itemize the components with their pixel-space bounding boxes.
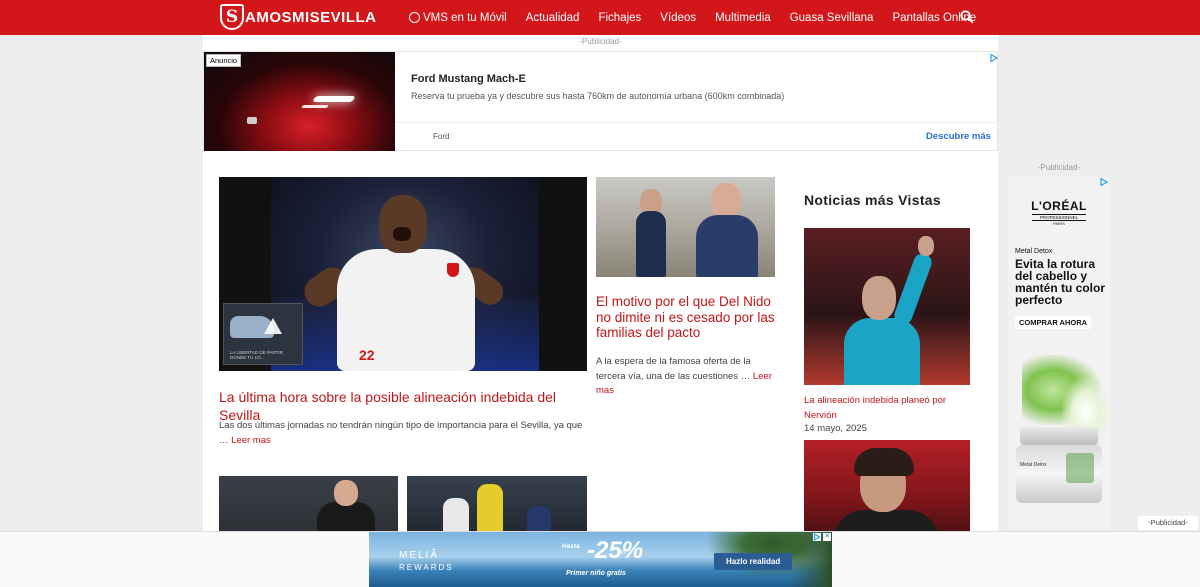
referee-arm xyxy=(891,251,935,327)
mustang-logo-icon xyxy=(247,117,257,124)
headlight-shape xyxy=(301,105,329,108)
ad-cta-button[interactable]: Hazlo realidad xyxy=(714,553,793,570)
article-image-lead[interactable]: 22 LA LIBERTAD DE PARTIR DONDE TU LO... xyxy=(219,177,587,371)
site-logo[interactable]: S AMOSMISEVILLA xyxy=(220,3,377,31)
excerpt-text: Las dos últimas jornadas no tendrán ning… xyxy=(219,420,583,446)
jersey-number: 22 xyxy=(359,347,375,363)
player-head xyxy=(379,195,427,253)
sidebar-image-2[interactable] xyxy=(804,440,970,545)
whatsapp-icon xyxy=(409,12,420,23)
ad-cta-button[interactable]: Descubre más xyxy=(926,131,991,142)
adchoices-icon[interactable] xyxy=(813,533,821,541)
top-navbar: S AMOSMISEVILLA VMS en tu Móvil Actualid… xyxy=(0,0,1200,35)
article-excerpt-lead: Las dos últimas jornadas no tendrán ning… xyxy=(219,419,589,448)
adchoices-icon[interactable] xyxy=(990,54,998,62)
nav-label: VMS en tu Móvil xyxy=(423,11,507,24)
adchoices-icon[interactable] xyxy=(1100,178,1108,186)
brand-logo-sub: REWARDS xyxy=(399,563,454,572)
promo-discount: -25% xyxy=(587,537,644,564)
article-excerpt-2: A la espera de la famosa oferta de la te… xyxy=(596,355,781,399)
main-nav: VMS en tu Móvil Actualidad Fichajes Víde… xyxy=(409,0,995,35)
article-title-2[interactable]: El motivo por el que Del Nido no dimite … xyxy=(596,294,786,341)
referee-head xyxy=(862,276,896,320)
person-body xyxy=(696,215,758,277)
headlight-shape xyxy=(312,96,356,102)
nav-item-actualidad[interactable]: Actualidad xyxy=(526,12,580,24)
search-icon[interactable] xyxy=(960,10,974,24)
ad-car-image[interactable]: Anuncio xyxy=(204,52,395,151)
product-label: Metal Detox xyxy=(1020,462,1047,468)
ad-title[interactable]: Ford Mustang Mach-E xyxy=(411,73,526,85)
bottom-banner-ad[interactable]: MELIÃ REWARDS Hasta -25% dto. Primer niñ… xyxy=(369,532,832,587)
logo-shield-icon: S xyxy=(220,4,244,30)
divider xyxy=(395,122,998,123)
advertising-label: -Publicidad- xyxy=(1138,516,1198,530)
nav-item-multimedia[interactable]: Multimedia xyxy=(715,12,771,24)
sidebar-image-1[interactable] xyxy=(804,228,970,385)
brand-logo: MELIÃ xyxy=(399,550,440,561)
player-head xyxy=(334,480,358,506)
nav-item-vms-movil[interactable]: VMS en tu Móvil xyxy=(409,12,507,24)
side-skyscraper-ad[interactable]: L'ORÉAL PROFESSIONNEL PARIS Metal Detox … xyxy=(1008,177,1110,530)
promo-text: Primer niño gratis xyxy=(566,570,626,577)
brand-logo-sub: PROFESSIONNEL xyxy=(1039,215,1079,220)
jar-lid xyxy=(1020,427,1098,445)
person-head xyxy=(711,183,741,219)
ad-headline: Evita la rotura del cabello y mantén tu … xyxy=(1015,257,1106,307)
close-icon[interactable]: ✕ xyxy=(823,533,831,541)
video-ad-thumbnail[interactable]: LA LIBERTAD DE PARTIR DONDE TU LO... xyxy=(223,303,303,365)
sidebar-article-title[interactable]: La alineación indebida planeó por Nervió… xyxy=(804,393,972,423)
ad-kicker: Metal Detox xyxy=(1015,248,1053,255)
shop-now-button[interactable]: COMPRAR AHORA xyxy=(1015,316,1092,329)
top-banner-ad[interactable]: Anuncio Ford Mustang Mach-E Reserva tu p… xyxy=(203,51,998,151)
club-crest-icon xyxy=(447,263,459,277)
brand-logo: L'ORÉAL xyxy=(1031,199,1087,213)
person-hair xyxy=(854,448,914,476)
ad-advertiser[interactable]: Ford xyxy=(433,132,449,141)
ad-badge: Anuncio xyxy=(206,54,242,67)
advertising-label: -Publicidad- xyxy=(579,37,622,46)
video-overlay-text: LA LIBERTAD DE PARTIR DONDE TU LO... xyxy=(230,350,283,360)
person-body xyxy=(636,211,666,277)
nav-item-fichajes[interactable]: Fichajes xyxy=(598,12,641,24)
play-arrow-icon xyxy=(264,318,282,334)
jar-stripe xyxy=(1066,453,1094,483)
excerpt-text: A la espera de la famosa oferta de la te… xyxy=(596,356,753,382)
player-mouth xyxy=(393,227,411,241)
referee-hand xyxy=(918,236,934,256)
sidebar-heading: Noticias más Vistas xyxy=(804,192,941,208)
ad-description[interactable]: Reserva tu prueba ya y descubre sus hast… xyxy=(411,91,784,101)
brand-logo-sub2: PARIS xyxy=(1053,221,1065,226)
promo-prefix: Hasta xyxy=(562,543,580,550)
logo-text: AMOSMISEVILLA xyxy=(245,8,377,26)
content-area: -Publicidad- Anuncio Ford Mustang Mach-E… xyxy=(203,35,998,545)
promo-suffix: dto. xyxy=(617,550,628,556)
nav-item-videos[interactable]: Vídeos xyxy=(660,12,696,24)
referee-body xyxy=(844,318,920,385)
article-image-2[interactable] xyxy=(596,177,775,277)
nav-item-guasa-sevillana[interactable]: Guasa Sevillana xyxy=(790,12,874,24)
sidebar-article-date: 14 mayo, 2025 xyxy=(804,423,867,434)
read-more-link[interactable]: Leer mas xyxy=(231,435,271,446)
advertising-label: -Publicidad- xyxy=(1037,163,1081,172)
